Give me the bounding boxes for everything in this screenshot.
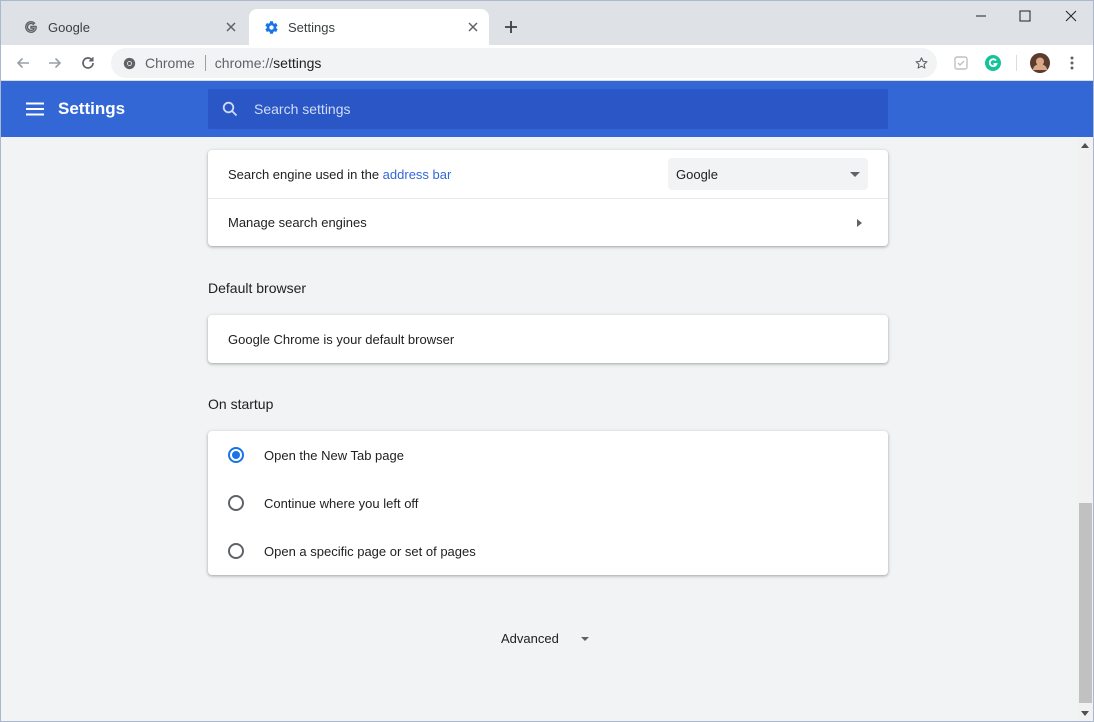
new-tab-button[interactable] bbox=[499, 15, 523, 39]
startup-option-new-tab[interactable]: Open the New Tab page bbox=[208, 431, 888, 479]
tab-strip: Google Settings bbox=[1, 1, 1093, 45]
minimize-button[interactable] bbox=[958, 1, 1004, 31]
search-engine-row: Search engine used in the address bar Go… bbox=[208, 150, 888, 198]
reload-button[interactable] bbox=[74, 49, 102, 77]
maximize-button[interactable] bbox=[1002, 1, 1048, 31]
search-engine-selected: Google bbox=[676, 166, 718, 182]
on-startup-heading: On startup bbox=[208, 396, 274, 412]
grammarly-icon bbox=[985, 55, 1001, 71]
tab-title: Google bbox=[48, 19, 90, 35]
url-scheme: chrome:// bbox=[214, 55, 274, 71]
search-engine-card: Search engine used in the address bar Go… bbox=[208, 150, 888, 246]
radio-button[interactable] bbox=[228, 495, 244, 511]
settings-header: Settings bbox=[1, 81, 1093, 137]
close-window-button[interactable] bbox=[1048, 1, 1093, 31]
avatar-icon bbox=[1030, 53, 1050, 73]
hamburger-menu-button[interactable] bbox=[23, 97, 47, 121]
startup-option-label: Continue where you left off bbox=[264, 495, 419, 511]
default-browser-status: Google Chrome is your default browser bbox=[228, 331, 455, 347]
settings-gear-icon bbox=[263, 19, 279, 35]
close-icon[interactable] bbox=[221, 17, 241, 37]
search-engine-label: Search engine used in the bbox=[228, 166, 383, 182]
back-button[interactable] bbox=[9, 49, 37, 77]
close-icon[interactable] bbox=[463, 17, 483, 37]
advanced-toggle[interactable]: Advanced bbox=[501, 631, 589, 646]
bookmark-star-icon[interactable] bbox=[911, 53, 931, 73]
search-engine-select[interactable]: Google bbox=[668, 158, 868, 190]
startup-option-continue[interactable]: Continue where you left off bbox=[208, 479, 888, 527]
startup-option-specific-pages[interactable]: Open a specific page or set of pages bbox=[208, 527, 888, 575]
search-icon bbox=[220, 99, 240, 119]
arrow-right-icon bbox=[49, 57, 62, 69]
reload-icon bbox=[82, 57, 94, 69]
tab-google[interactable]: Google bbox=[9, 9, 247, 45]
manage-search-engines-row[interactable]: Manage search engines bbox=[208, 199, 888, 246]
address-bar-link[interactable]: address bar bbox=[383, 167, 452, 182]
tab-settings[interactable]: Settings bbox=[249, 9, 489, 45]
more-vertical-icon bbox=[1070, 56, 1074, 70]
expand-arrow-icon bbox=[580, 636, 589, 641]
default-browser-card: Google Chrome is your default browser bbox=[208, 315, 888, 363]
omnibox-divider bbox=[204, 55, 206, 71]
startup-option-label: Open the New Tab page bbox=[264, 447, 404, 463]
search-settings-box[interactable] bbox=[208, 89, 888, 129]
menu-button[interactable] bbox=[1058, 49, 1086, 77]
extension-button[interactable] bbox=[947, 49, 975, 77]
startup-option-label: Open a specific page or set of pages bbox=[264, 543, 476, 559]
tab-title: Settings bbox=[288, 19, 335, 35]
arrow-left-icon bbox=[16, 57, 29, 69]
omnibox-chip: Chrome bbox=[145, 55, 195, 71]
toolbar-divider bbox=[1016, 55, 1017, 71]
google-g-icon bbox=[23, 19, 39, 35]
default-browser-row: Google Chrome is your default browser bbox=[208, 315, 888, 363]
extension-icon bbox=[954, 56, 968, 70]
browser-toolbar: Chrome chrome:// settings bbox=[1, 45, 1093, 81]
hamburger-icon bbox=[26, 102, 44, 116]
grammarly-button[interactable] bbox=[979, 49, 1007, 77]
scrollbar-thumb[interactable] bbox=[1079, 503, 1092, 703]
plus-icon bbox=[505, 21, 517, 33]
scrollbar[interactable] bbox=[1077, 137, 1093, 721]
radio-button[interactable] bbox=[228, 543, 244, 559]
radio-button[interactable] bbox=[228, 447, 244, 463]
chevron-right-icon bbox=[857, 218, 862, 227]
on-startup-card: Open the New Tab page Continue where you… bbox=[208, 431, 888, 575]
chrome-icon bbox=[121, 55, 137, 71]
forward-button[interactable] bbox=[41, 49, 69, 77]
settings-content: Search engine used in the address bar Go… bbox=[1, 137, 1077, 721]
maximize-icon bbox=[1019, 10, 1031, 22]
default-browser-heading: Default browser bbox=[208, 280, 307, 296]
browser-window: Google Settings Chrome chrome:// setting… bbox=[0, 0, 1094, 722]
advanced-label: Advanced bbox=[501, 631, 559, 646]
dropdown-arrow-icon bbox=[850, 171, 860, 177]
url-path: settings bbox=[273, 55, 322, 71]
scroll-down-arrow-icon[interactable] bbox=[1081, 711, 1089, 716]
profile-avatar[interactable] bbox=[1026, 49, 1054, 77]
scroll-up-arrow-icon[interactable] bbox=[1081, 143, 1089, 148]
page-title: Settings bbox=[58, 99, 126, 118]
minimize-icon bbox=[976, 15, 986, 17]
address-bar[interactable]: Chrome chrome:// settings bbox=[111, 48, 937, 78]
close-icon bbox=[1065, 10, 1077, 22]
search-input[interactable] bbox=[240, 89, 888, 129]
manage-search-engines-label: Manage search engines bbox=[228, 215, 367, 230]
